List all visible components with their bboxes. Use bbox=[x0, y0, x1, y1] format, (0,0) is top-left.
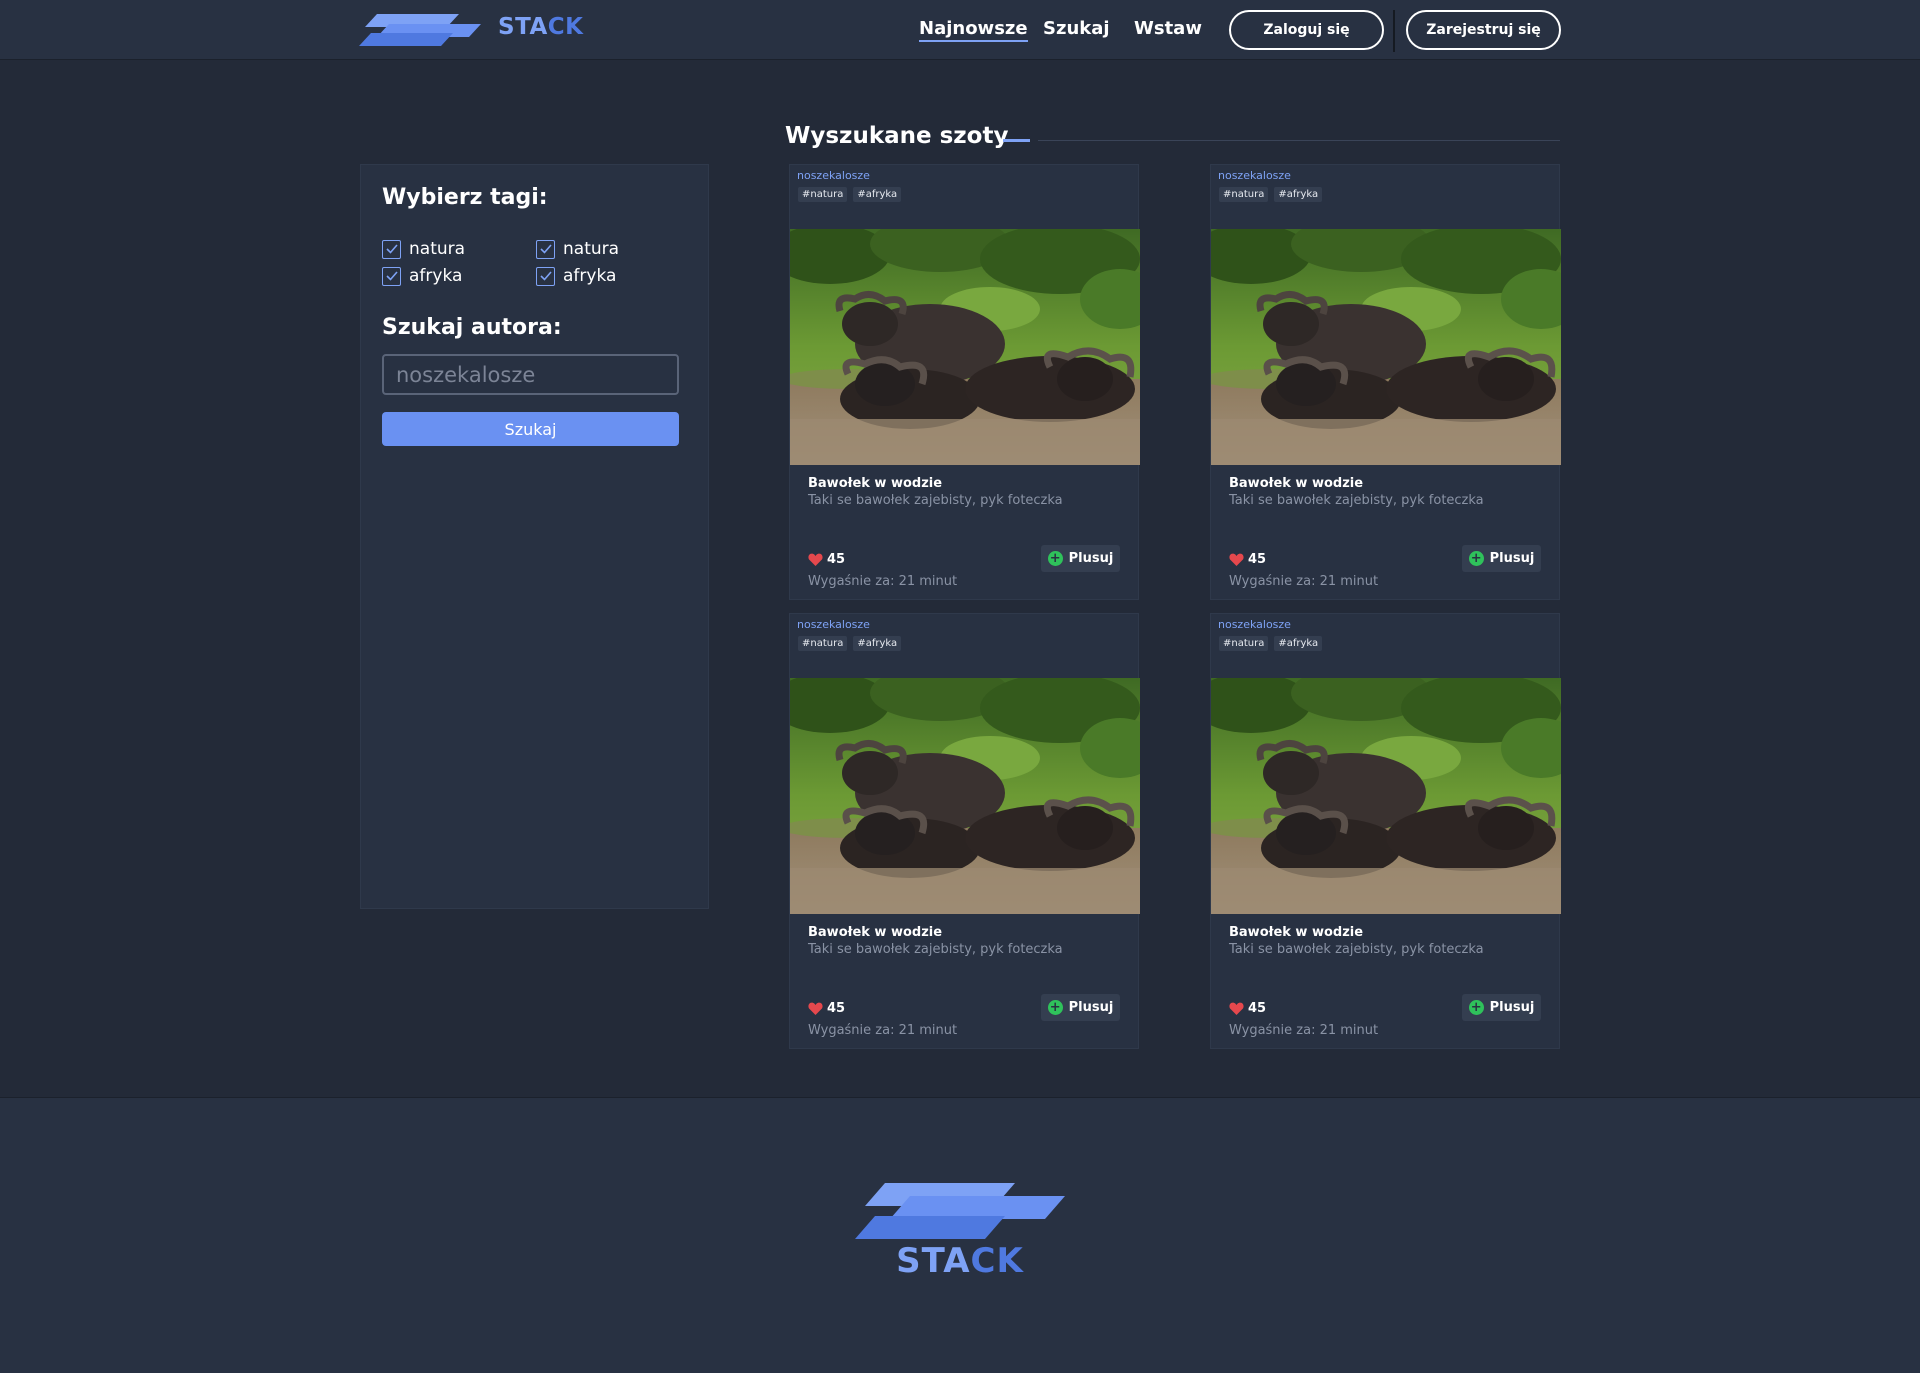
checkbox-checked-icon[interactable] bbox=[536, 239, 555, 259]
card-expiry: Wygaśnie za: 21 minut bbox=[1229, 574, 1379, 589]
card-tag[interactable]: #natura bbox=[1219, 187, 1269, 202]
search-button[interactable]: Szukaj bbox=[382, 412, 679, 446]
card-description: Taki se bawołek zajebisty, pyk foteczka bbox=[808, 942, 1063, 957]
tag-option-natura[interactable]: natura bbox=[382, 239, 465, 259]
plusuj-button[interactable]: + Plusuj bbox=[1041, 994, 1120, 1021]
heart-icon bbox=[808, 1002, 823, 1015]
top-navbar: STACK Najnowsze Szukaj Wstaw Zaloguj się… bbox=[0, 0, 1920, 60]
header-divider bbox=[1393, 10, 1395, 52]
likes-count: 45 bbox=[1248, 1001, 1267, 1016]
card-title: Bawołek w wodzie bbox=[808, 925, 943, 940]
card-expiry: Wygaśnie za: 21 minut bbox=[1229, 1023, 1379, 1038]
card-tag[interactable]: #afryka bbox=[1274, 636, 1323, 651]
likes-count: 45 bbox=[827, 552, 846, 567]
card-expiry: Wygaśnie za: 21 minut bbox=[808, 574, 958, 589]
card-description: Taki se bawołek zajebisty, pyk foteczka bbox=[1229, 942, 1484, 957]
plus-circle-icon: + bbox=[1047, 1000, 1063, 1015]
checkbox-checked-icon[interactable] bbox=[536, 266, 555, 286]
card-photo[interactable] bbox=[790, 229, 1140, 465]
shot-card[interactable]: noszekalosze #natura #afryka Bawołek w w… bbox=[1210, 613, 1560, 1049]
brand-part-2: CK bbox=[970, 1241, 1024, 1281]
checkbox-checked-icon[interactable] bbox=[382, 266, 401, 286]
tag-option-natura[interactable]: natura bbox=[536, 239, 619, 259]
card-tag[interactable]: #natura bbox=[798, 187, 848, 202]
card-tags: #natura #afryka bbox=[1219, 187, 1323, 202]
tags-heading: Wybierz tagi: bbox=[382, 185, 548, 210]
card-tags: #natura #afryka bbox=[1219, 636, 1323, 651]
footer-brand-name[interactable]: STACK bbox=[0, 1241, 1920, 1281]
nav-najnowsze[interactable]: Najnowsze bbox=[919, 18, 1028, 42]
card-photo[interactable] bbox=[790, 678, 1140, 914]
tag-option-label: natura bbox=[563, 239, 620, 259]
card-tag[interactable]: #natura bbox=[1219, 636, 1269, 651]
tag-option-afryka[interactable]: afryka bbox=[536, 266, 616, 286]
brand-name[interactable]: STACK bbox=[498, 14, 583, 40]
likes-count: 45 bbox=[1248, 552, 1267, 567]
shot-card[interactable]: noszekalosze #natura #afryka Bawołek w w… bbox=[789, 164, 1139, 600]
card-likes: 45 bbox=[1229, 1001, 1266, 1016]
title-divider bbox=[1038, 140, 1560, 141]
card-author-link[interactable]: noszekalosze bbox=[797, 169, 870, 182]
nav-szukaj[interactable]: Szukaj bbox=[1043, 18, 1110, 39]
likes-count: 45 bbox=[827, 1001, 846, 1016]
card-author-link[interactable]: noszekalosze bbox=[797, 618, 870, 631]
heart-icon bbox=[1229, 1002, 1244, 1015]
plusuj-button[interactable]: + Plusuj bbox=[1462, 545, 1541, 572]
footer: STACK bbox=[0, 1097, 1920, 1373]
card-photo[interactable] bbox=[1211, 678, 1561, 914]
card-likes: 45 bbox=[808, 552, 845, 567]
tag-option-label: natura bbox=[409, 239, 466, 259]
plusuj-label: Plusuj bbox=[1489, 1000, 1535, 1015]
shot-card[interactable]: noszekalosze #natura #afryka Bawołek w w… bbox=[789, 613, 1139, 1049]
plus-circle-icon: + bbox=[1468, 551, 1484, 566]
card-tags: #natura #afryka bbox=[798, 187, 902, 202]
card-author-link[interactable]: noszekalosze bbox=[1218, 618, 1291, 631]
plusuj-label: Plusuj bbox=[1489, 551, 1535, 566]
register-button[interactable]: Zarejestruj się bbox=[1406, 10, 1561, 50]
heart-icon bbox=[1229, 553, 1244, 566]
shot-card[interactable]: noszekalosze #natura #afryka Bawołek w w… bbox=[1210, 164, 1560, 600]
author-search-input[interactable] bbox=[382, 354, 679, 395]
card-tags: #natura #afryka bbox=[798, 636, 902, 651]
plusuj-label: Plusuj bbox=[1068, 1000, 1114, 1015]
filter-sidebar: Wybierz tagi: natura natura afryka afryk… bbox=[360, 164, 709, 909]
plusuj-button[interactable]: + Plusuj bbox=[1041, 545, 1120, 572]
stack-logo-icon[interactable] bbox=[359, 14, 481, 46]
tag-option-afryka[interactable]: afryka bbox=[382, 266, 462, 286]
card-author-link[interactable]: noszekalosze bbox=[1218, 169, 1291, 182]
card-description: Taki se bawołek zajebisty, pyk foteczka bbox=[1229, 493, 1484, 508]
card-tag[interactable]: #natura bbox=[798, 636, 848, 651]
card-photo[interactable] bbox=[1211, 229, 1561, 465]
plusuj-label: Plusuj bbox=[1068, 551, 1114, 566]
card-tag[interactable]: #afryka bbox=[1274, 187, 1323, 202]
tag-option-label: afryka bbox=[563, 266, 617, 286]
plus-circle-icon: + bbox=[1047, 551, 1063, 566]
card-tag[interactable]: #afryka bbox=[853, 187, 902, 202]
card-likes: 45 bbox=[808, 1001, 845, 1016]
plusuj-button[interactable]: + Plusuj bbox=[1462, 994, 1541, 1021]
brand-part-2: CK bbox=[547, 14, 584, 40]
card-title: Bawołek w wodzie bbox=[808, 476, 943, 491]
card-description: Taki se bawołek zajebisty, pyk foteczka bbox=[808, 493, 1063, 508]
card-title: Bawołek w wodzie bbox=[1229, 925, 1364, 940]
checkbox-checked-icon[interactable] bbox=[382, 239, 401, 259]
stack-logo-icon[interactable] bbox=[855, 1183, 1065, 1239]
nav-wstaw[interactable]: Wstaw bbox=[1134, 18, 1202, 39]
section-title: Wyszukane szoty bbox=[785, 123, 1009, 149]
title-accent-bar bbox=[1003, 139, 1030, 142]
heart-icon bbox=[808, 553, 823, 566]
brand-part-1: STA bbox=[498, 14, 548, 40]
brand-part-1: STA bbox=[896, 1241, 971, 1281]
plus-circle-icon: + bbox=[1468, 1000, 1484, 1015]
card-title: Bawołek w wodzie bbox=[1229, 476, 1364, 491]
tag-option-label: afryka bbox=[409, 266, 463, 286]
card-likes: 45 bbox=[1229, 552, 1266, 567]
author-heading: Szukaj autora: bbox=[382, 315, 562, 340]
card-expiry: Wygaśnie za: 21 minut bbox=[808, 1023, 958, 1038]
login-button[interactable]: Zaloguj się bbox=[1229, 10, 1384, 50]
card-tag[interactable]: #afryka bbox=[853, 636, 902, 651]
